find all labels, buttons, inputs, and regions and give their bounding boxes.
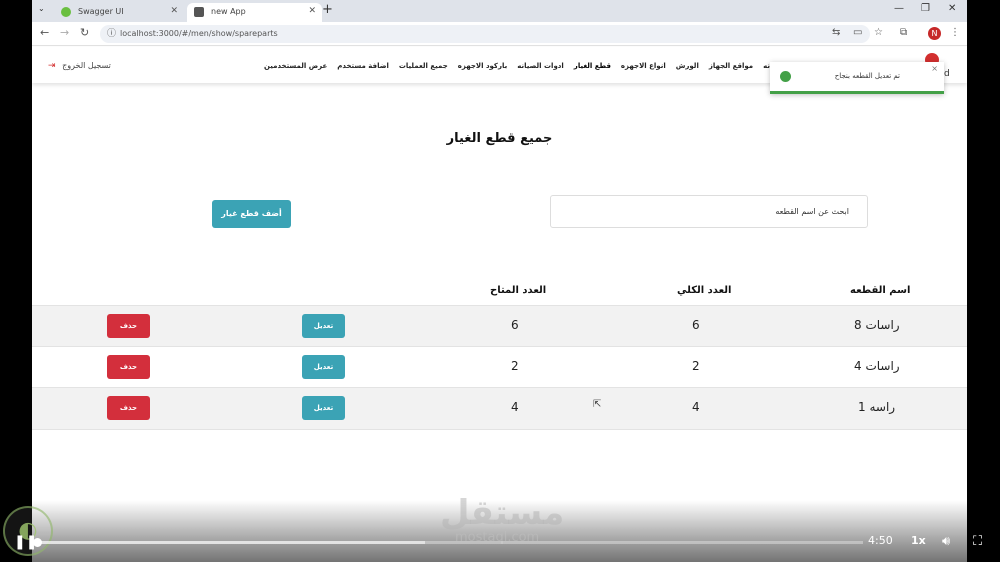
restore-icon[interactable]: ❐ (921, 3, 930, 14)
progress-bar[interactable] (33, 538, 863, 547)
main-menu: سيانه مواقع الجهاز الورش انواع الاجهزه ق… (264, 62, 782, 70)
add-spare-part-button[interactable]: أضف قطع غيار (212, 200, 291, 228)
watermark-logo: مستقل (440, 493, 565, 533)
profile-avatar[interactable]: N (928, 27, 941, 40)
forward-icon[interactable]: → (60, 26, 69, 39)
address-bar[interactable]: ⓘ localhost:3000/#/men/show/spareparts (100, 25, 870, 43)
close-window-icon[interactable]: ✕ (948, 3, 956, 14)
fullscreen-icon[interactable]: ⛶ (973, 534, 982, 549)
delete-button[interactable]: حذف (107, 314, 150, 338)
logout-label: تسجيل الخروج (62, 61, 111, 70)
nav-item-maintenance-tools[interactable]: ادوات الصيانه (517, 62, 564, 70)
cell-name: راسات 8 (854, 318, 900, 332)
buffered-bar (36, 541, 425, 544)
toast-message: تم تعديل القطعه بنجاح (834, 72, 900, 80)
delete-button[interactable]: حذف (107, 396, 150, 420)
toast-close-icon[interactable]: × (931, 64, 938, 73)
bookmark-star-icon[interactable]: ☆ (874, 27, 883, 38)
edit-button[interactable]: تعديل (302, 355, 345, 379)
cell-total: 4 (692, 400, 700, 414)
table-row: راسه 1 4 4 تعديل حذف (32, 387, 967, 430)
logout-link[interactable]: ⇥ تسجيل الخروج (48, 61, 111, 71)
swagger-favicon-icon (61, 7, 71, 17)
pause-icon[interactable]: ❚❚ (14, 534, 37, 550)
browser-tab-swagger[interactable]: Swagger UI ✕ (54, 3, 184, 22)
time-remaining: 4:50 (868, 534, 893, 547)
cell-available: 6 (511, 318, 519, 332)
nav-item-view-users[interactable]: عرض المستخدمين (264, 62, 327, 70)
url-text: localhost:3000/#/men/show/spareparts (120, 29, 278, 38)
new-tab-button[interactable]: + (322, 2, 333, 17)
brand-text: d (944, 69, 950, 79)
nav-item-device-locations[interactable]: مواقع الجهاز (709, 62, 753, 70)
nav-item-device-barcode[interactable]: باركود الاجهزه (458, 62, 508, 70)
tab-title: new App (211, 7, 246, 16)
back-icon[interactable]: ← (40, 26, 49, 39)
close-tab-icon[interactable]: ✕ (308, 3, 316, 20)
cell-total: 6 (692, 318, 700, 332)
tab-title: Swagger UI (78, 7, 124, 16)
table-row: راسات 8 6 6 تعديل حذف (32, 305, 967, 346)
nav-item-workshops[interactable]: الورش (676, 62, 699, 70)
success-icon (780, 71, 791, 82)
table-row: راسات 4 2 2 تعديل حذف (32, 346, 967, 387)
cast-icon[interactable]: ▭ (853, 27, 862, 38)
column-header-total: العدد الكلي (677, 285, 732, 296)
success-toast: تم تعديل القطعه بنجاح × (770, 62, 944, 94)
reload-icon[interactable]: ↻ (80, 26, 89, 39)
column-header-name: اسم القطعه (850, 285, 911, 296)
playback-speed-button[interactable]: 1x (911, 534, 926, 547)
search-input[interactable]: ابحث عن اسم القطعه (550, 195, 868, 228)
letterbox-left (0, 0, 32, 562)
cell-available: 4 (511, 400, 519, 414)
edit-button[interactable]: تعديل (302, 314, 345, 338)
close-tab-icon[interactable]: ✕ (170, 3, 178, 20)
cell-name: راسات 4 (854, 359, 900, 373)
volume-icon[interactable]: 🔊︎ (942, 534, 950, 549)
cell-name: راسه 1 (858, 400, 896, 414)
app-favicon-icon (194, 7, 204, 17)
cell-available: 2 (511, 359, 519, 373)
nav-item-device-types[interactable]: انواع الاجهزه (621, 62, 666, 70)
translate-icon[interactable]: ⇆ (832, 27, 840, 38)
minimize-icon[interactable]: — (894, 3, 904, 14)
browser-tabstrip: ⌄ Swagger UI ✕ new App ✕ + — ❐ ✕ (32, 0, 967, 22)
browser-menu-icon[interactable]: ⋮ (950, 27, 960, 38)
extensions-icon[interactable]: ⧉ (900, 27, 907, 38)
delete-button[interactable]: حذف (107, 355, 150, 379)
nav-item-add-user[interactable]: اضافة مستخدم (337, 62, 389, 70)
letterbox-right (967, 0, 1000, 562)
nav-item-all-operations[interactable]: جميع العمليات (399, 62, 448, 70)
tab-search-icon[interactable]: ⌄ (38, 4, 45, 13)
page-title: جميع قطع الغيار (446, 131, 553, 146)
cell-total: 2 (692, 359, 700, 373)
edit-button[interactable]: تعديل (302, 396, 345, 420)
mouse-cursor-icon: ⇱ (593, 399, 602, 410)
nav-item-spare-parts[interactable]: قطع الغيار (574, 62, 611, 70)
column-header-available: العدد المتاح (490, 285, 547, 296)
browser-tab-app[interactable]: new App ✕ (187, 3, 322, 22)
logout-icon: ⇥ (48, 61, 56, 71)
video-frame: ⌄ Swagger UI ✕ new App ✕ + — ❐ ✕ ← → ↻ ⓘ… (32, 0, 967, 562)
site-info-icon[interactable]: ⓘ (107, 25, 116, 43)
browser-toolbar: ← → ↻ ⓘ localhost:3000/#/men/show/sparep… (32, 22, 967, 46)
